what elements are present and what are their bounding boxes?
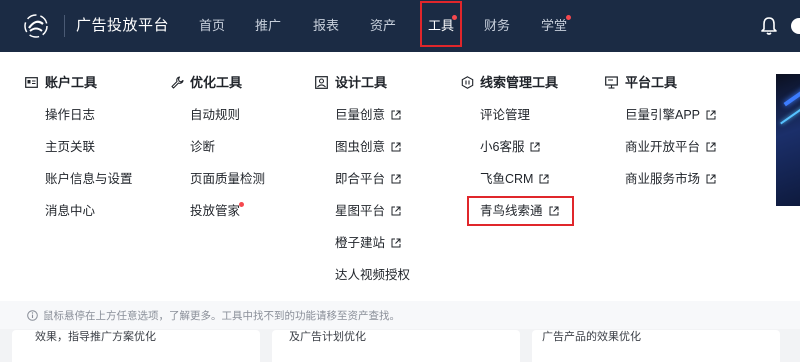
banner-glow [783,85,800,107]
bell-icon[interactable] [760,16,778,36]
hint-text: 鼠标悬停在上方任意选项，了解更多。工具中找不到的功能请移至资产查找。 [43,309,400,322]
link-tuchong-creative[interactable]: 图虫创意 [335,140,401,155]
brand-title: 广告投放平台 [76,17,170,34]
link-label: 小6客服 [480,140,525,154]
column-title-design-tools: 设计工具 [335,75,388,90]
hint-bar: 鼠标悬停在上方任意选项，了解更多。工具中找不到的功能请移至资产查找。 [0,301,800,329]
link-label: 橙子建站 [335,236,386,250]
link-label: 图虫创意 [335,140,386,154]
external-link-icon [391,174,401,184]
column-title-account-tools: 账户工具 [45,75,98,90]
link-diagnosis[interactable]: 诊断 [190,140,215,155]
external-link-icon [706,174,716,184]
link-label: 星图平台 [335,204,386,218]
link-comment-management[interactable]: 评论管理 [480,108,530,123]
card-description: 及广告计划优化 [289,331,366,343]
link-delivery-steward[interactable]: 投放管家 [190,204,240,219]
nav-assets[interactable]: 资产 [370,18,396,34]
leads-hex-icon [461,76,474,89]
link-xiao6-customer-service[interactable]: 小6客服 [480,140,540,155]
link-feiyu-crm[interactable]: 飞鱼CRM [480,172,549,187]
user-avatar[interactable] [791,18,800,34]
link-business-open-platform[interactable]: 商业开放平台 [625,140,716,155]
card-description: 广告产品的效果优化 [542,331,641,343]
external-link-icon [706,110,716,120]
link-label: 即合平台 [335,172,386,186]
external-link-icon [539,174,549,184]
promo-banner-image[interactable] [776,74,800,206]
link-auto-rules[interactable]: 自动规则 [190,108,240,123]
link-message-center[interactable]: 消息中心 [45,204,95,219]
link-jihe-platform[interactable]: 即合平台 [335,172,401,187]
link-account-settings[interactable]: 账户信息与设置 [45,172,133,187]
link-business-service-market[interactable]: 商业服务市场 [625,172,716,187]
link-orange-site-builder[interactable]: 橙子建站 [335,236,401,251]
link-page-quality-check[interactable]: 页面质量检测 [190,172,265,187]
column-title-platform-tools: 平台工具 [625,75,678,90]
link-influencer-video-auth[interactable]: 达人视频授权 [335,268,410,283]
external-link-icon [391,110,401,120]
nav-reports[interactable]: 报表 [313,18,339,34]
link-label: 商业服务市场 [625,172,701,186]
link-label: 巨量创意 [335,108,386,122]
link-operation-log[interactable]: 操作日志 [45,108,95,123]
monitor-icon [605,76,618,89]
external-link-icon [530,142,540,152]
link-label: 巨量引擎APP [625,108,701,122]
qingniao-highlight-box [467,196,574,226]
link-juliang-creative[interactable]: 巨量创意 [335,108,401,123]
external-link-icon [706,142,716,152]
external-link-icon [391,238,401,248]
nav-promotion[interactable]: 推广 [255,18,281,34]
tools-highlight-box [420,1,462,47]
external-link-icon [391,206,401,216]
top-navigation-bar: 广告投放平台 首页 推广 报表 资产 工具 财务 学堂 [0,0,800,52]
wrench-icon [171,76,184,89]
link-homepage-association[interactable]: 主页关联 [45,140,95,155]
link-label: 飞鱼CRM [480,172,534,186]
info-icon [27,309,38,321]
banner-glow [780,105,800,125]
brand-divider [64,15,65,37]
column-title-lead-management-tools: 线索管理工具 [480,75,559,90]
nav-home[interactable]: 首页 [199,18,225,34]
link-juliang-engine-app[interactable]: 巨量引擎APP [625,108,716,123]
account-card-icon [25,77,38,88]
delivery-steward-badge [239,202,244,207]
nav-finance[interactable]: 财务 [484,18,510,34]
link-xingtu-platform[interactable]: 星图平台 [335,204,401,219]
nav-academy-badge [566,15,571,20]
brand-logo-icon[interactable] [24,14,48,38]
card-description: 效果，指导推广方案优化 [35,331,156,343]
link-label: 商业开放平台 [625,140,701,154]
nav-academy[interactable]: 学堂 [541,18,567,34]
external-link-icon [391,142,401,152]
column-title-optimization-tools: 优化工具 [190,75,243,90]
image-frame-icon [315,76,328,89]
